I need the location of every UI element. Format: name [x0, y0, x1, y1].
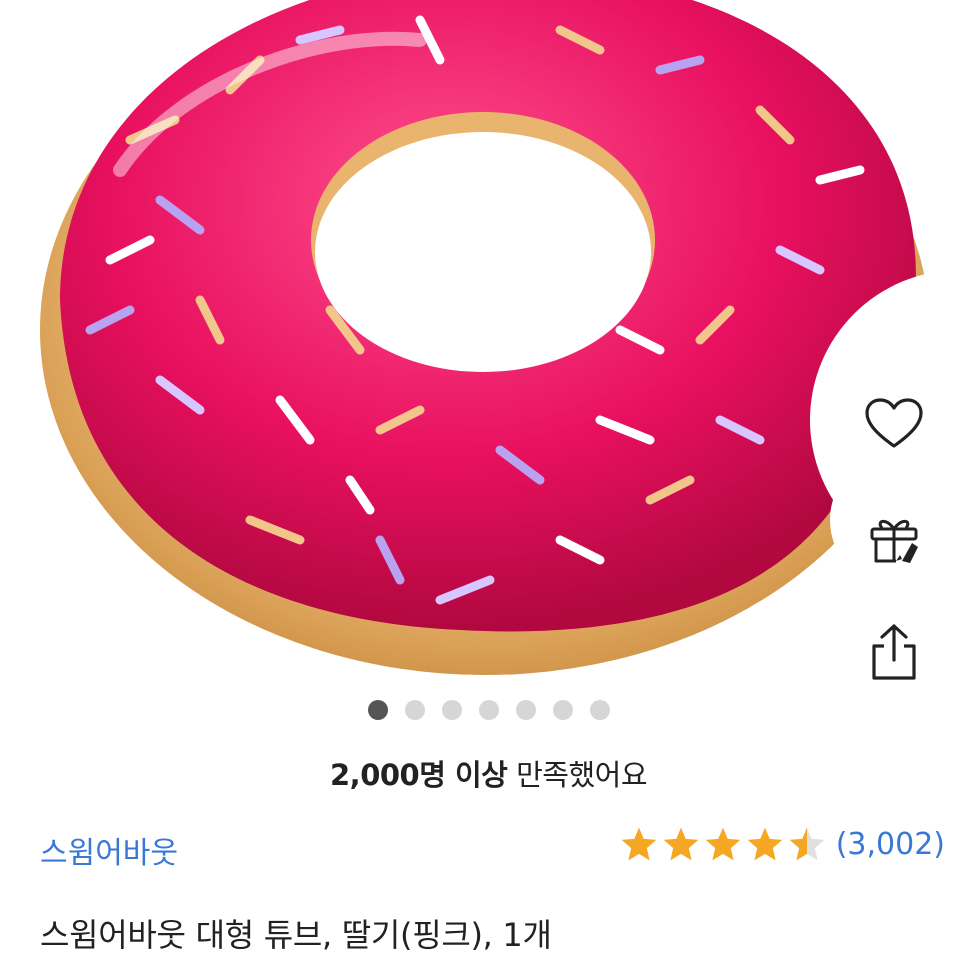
image-pagination	[0, 700, 977, 724]
pagination-dot[interactable]	[404, 700, 425, 720]
star-half-icon	[788, 826, 826, 862]
satisfaction-banner: 2,000명 이상 만족했어요	[0, 752, 977, 794]
pagination-dot[interactable]	[478, 700, 499, 720]
star-full-icon	[620, 826, 658, 862]
satisfaction-text: 만족했어요	[507, 758, 647, 792]
review-count: (3,002)	[835, 826, 945, 862]
share-button[interactable]	[860, 618, 928, 686]
rating-summary[interactable]: (3,002)	[620, 826, 945, 862]
product-title: 스윔어바웃 대형 튜브, 딸기(핑크), 1개	[40, 916, 552, 954]
donut-float-image	[40, 0, 930, 675]
brand-link[interactable]: 스윔어바웃	[40, 828, 178, 872]
share-icon	[872, 624, 916, 680]
star-full-icon	[704, 826, 742, 862]
pagination-dot[interactable]	[367, 700, 388, 720]
pagination-dot[interactable]	[515, 700, 536, 720]
brand-rating-row: 스윔어바웃 (3,002)	[40, 826, 945, 876]
pagination-dot[interactable]	[441, 700, 462, 720]
product-image[interactable]	[0, 0, 977, 690]
star-rating	[620, 826, 826, 862]
star-full-icon	[746, 826, 784, 862]
heart-icon	[865, 398, 923, 448]
star-full-icon	[662, 826, 700, 862]
pagination-dot[interactable]	[552, 700, 573, 720]
gift-button[interactable]	[860, 505, 928, 573]
satisfaction-count: 2,000명 이상	[330, 758, 508, 792]
pagination-dot[interactable]	[589, 700, 610, 720]
wishlist-button[interactable]	[860, 390, 928, 458]
gift-icon	[870, 519, 918, 563]
